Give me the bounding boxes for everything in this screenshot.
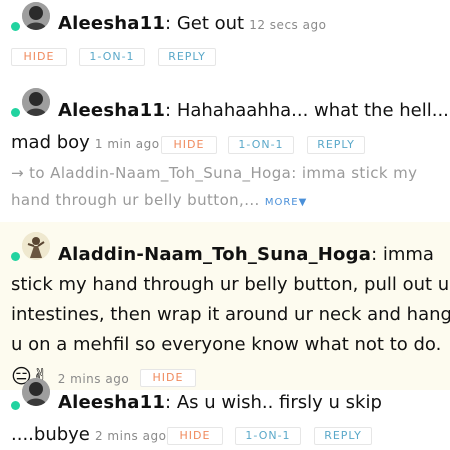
- username[interactable]: Aleesha11: [58, 392, 165, 413]
- avatar-photo-icon: [22, 232, 50, 260]
- one-on-one-button[interactable]: 1-ON-1: [235, 427, 301, 445]
- online-status-dot: [11, 108, 20, 117]
- chat-message: Aleesha11: Hahahaahha... what the hell..…: [0, 86, 450, 216]
- message-text: : Hahahaahha... what the hell...: [165, 100, 449, 121]
- timestamp: 12 secs ago: [249, 18, 327, 32]
- message-text: : Get out: [165, 13, 245, 34]
- avatar-photo-icon: [22, 88, 50, 116]
- hide-button[interactable]: HIDE: [161, 136, 217, 154]
- username[interactable]: Aleesha11: [58, 13, 165, 34]
- username[interactable]: Aladdin-Naam_Toh_Suna_Hoga: [58, 244, 371, 265]
- message-text: : As u wish.. firsly u skip: [165, 392, 382, 413]
- message-text: intestines, then wrap it around ur neck …: [11, 304, 450, 325]
- message-text: ....bubye: [11, 424, 90, 445]
- message-text: u on a mehfil so everyone know what not …: [11, 334, 442, 355]
- chat-message: Aleesha11: Get out 12 secs ago HIDE 1-ON…: [0, 0, 450, 80]
- timestamp: 2 mins ago: [57, 372, 130, 386]
- message-text: stick my hand through ur belly button, p…: [11, 274, 450, 295]
- hide-button[interactable]: HIDE: [167, 427, 223, 445]
- reply-button[interactable]: REPLY: [314, 427, 372, 445]
- timestamp: 1 min ago: [94, 137, 160, 151]
- chat-message: Aleesha11: As u wish.. firsly u skip ...…: [0, 378, 450, 450]
- quoted-reply-line: hand through ur belly button,...: [11, 191, 260, 209]
- avatar-photo-icon: [22, 2, 50, 30]
- online-status-dot: [11, 252, 20, 261]
- hide-button[interactable]: HIDE: [11, 48, 67, 66]
- online-status-dot: [11, 401, 20, 410]
- chat-message-highlighted: Aladdin-Naam_Toh_Suna_Hoga: imma stick m…: [0, 222, 450, 390]
- user-avatar[interactable]: [22, 88, 50, 116]
- username[interactable]: Aleesha11: [58, 100, 165, 121]
- user-avatar[interactable]: [22, 2, 50, 30]
- avatar-photo-icon: [22, 378, 50, 406]
- message-text: mad boy: [11, 132, 90, 153]
- reply-button[interactable]: REPLY: [307, 136, 365, 154]
- quoted-reply-line: → to Aladdin-Naam_Toh_Suna_Hoga: imma st…: [11, 164, 418, 182]
- online-status-dot: [11, 22, 20, 31]
- user-avatar[interactable]: [22, 232, 50, 260]
- one-on-one-button[interactable]: 1-ON-1: [228, 136, 294, 154]
- reply-button[interactable]: REPLY: [158, 48, 216, 66]
- timestamp: 2 mins ago: [94, 429, 167, 443]
- more-toggle[interactable]: MORE▼: [265, 197, 307, 208]
- hide-button[interactable]: HIDE: [140, 369, 196, 387]
- one-on-one-button[interactable]: 1-ON-1: [79, 48, 145, 66]
- message-text: : imma: [371, 244, 434, 265]
- user-avatar[interactable]: [22, 378, 50, 406]
